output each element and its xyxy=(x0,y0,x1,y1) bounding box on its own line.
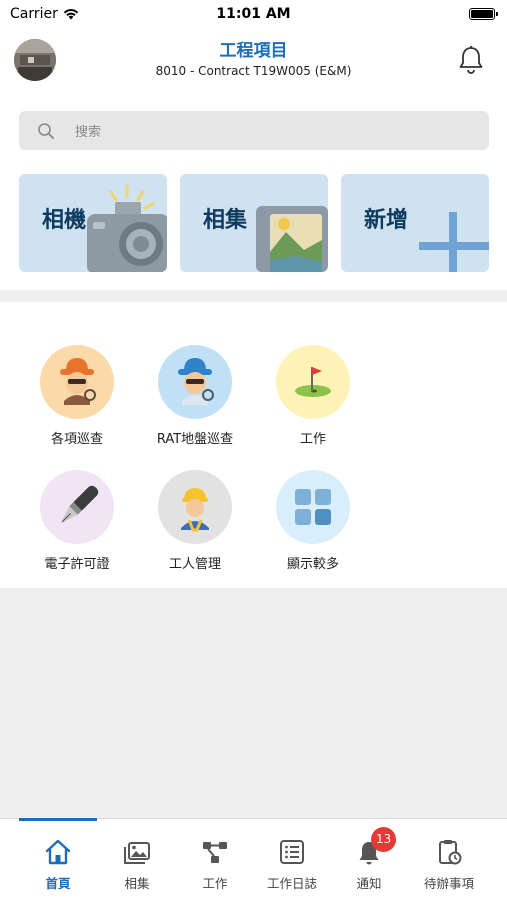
add-card-label: 新增 xyxy=(364,208,409,233)
add-card[interactable]: 新增 xyxy=(341,174,489,272)
tab-label: 通知 xyxy=(356,876,382,891)
tab-notifications[interactable]: 13 通知 xyxy=(330,819,408,900)
camera-icon xyxy=(87,184,167,272)
function-work[interactable]: 工作 xyxy=(258,345,368,447)
tab-label: 工作 xyxy=(202,876,228,891)
app-header: 工程項目 8010 - Contract T19W005 (E&M) xyxy=(0,30,507,100)
function-label: 工人管理 xyxy=(168,557,221,572)
tab-work-log[interactable]: 工作日誌 xyxy=(253,819,331,900)
search-icon xyxy=(38,122,54,139)
function-show-more[interactable]: 顯示較多 xyxy=(258,470,368,572)
tab-todo[interactable]: 待辦事項 xyxy=(410,819,488,900)
tab-work[interactable]: 工作 xyxy=(176,819,254,900)
photo-album-icon xyxy=(256,206,328,272)
function-e-permit[interactable]: 電子許可證 xyxy=(22,470,132,572)
status-bar: Carrier 11:01 AM xyxy=(0,0,507,30)
camera-card-label: 相機 xyxy=(42,208,87,233)
notification-bell-icon: 13 xyxy=(354,827,397,867)
tab-label: 待辦事項 xyxy=(423,876,474,891)
todo-clipboard-icon xyxy=(434,837,464,867)
function-inspections[interactable]: 各項巡查 xyxy=(22,345,132,447)
grid-icon xyxy=(276,470,350,544)
construction-worker-icon xyxy=(158,470,232,544)
function-grid: 各項巡查 RAT地盤巡查 工作 電子許可證 工人管理 顯示較多 xyxy=(0,302,507,588)
avatar[interactable] xyxy=(14,39,56,81)
detective-blue-icon xyxy=(158,345,232,419)
function-label: 各項巡查 xyxy=(50,432,103,447)
album-card-label: 相集 xyxy=(203,208,248,233)
search-placeholder: 搜索 xyxy=(75,125,102,140)
notification-badge: 13 xyxy=(371,827,397,852)
workflow-icon xyxy=(200,837,230,867)
bottom-tab-bar: 首頁 相集 工作 工作日誌 13 通知 待辦事項 xyxy=(0,818,507,900)
search-input[interactable]: 搜索 xyxy=(19,111,489,150)
tab-gallery[interactable]: 相集 xyxy=(98,819,176,900)
golf-flag-icon xyxy=(276,345,350,419)
function-rat-inspection[interactable]: RAT地盤巡查 xyxy=(140,345,250,447)
title-block: 工程項目 8010 - Contract T19W005 (E&M) xyxy=(90,40,417,78)
log-list-icon xyxy=(277,837,307,867)
detective-icon xyxy=(40,345,114,419)
function-label: 顯示較多 xyxy=(286,557,339,572)
tab-home[interactable]: 首頁 xyxy=(19,819,97,900)
fountain-pen-icon xyxy=(40,470,114,544)
quick-actions-section: 搜索 相機 相集 新增 xyxy=(0,100,507,290)
battery-icon xyxy=(469,8,498,20)
tab-label: 工作日誌 xyxy=(266,876,317,891)
function-worker-management[interactable]: 工人管理 xyxy=(140,470,250,572)
tab-label: 首頁 xyxy=(45,876,71,891)
gallery-icon xyxy=(122,837,152,867)
camera-card[interactable]: 相機 xyxy=(19,174,167,272)
page-title: 工程項目 xyxy=(219,41,288,61)
bell-icon[interactable] xyxy=(457,45,485,75)
home-icon xyxy=(43,837,73,867)
function-label: RAT地盤巡查 xyxy=(156,432,234,447)
album-card[interactable]: 相集 xyxy=(180,174,328,272)
section-divider xyxy=(0,290,507,302)
tab-label: 相集 xyxy=(124,876,150,891)
plus-icon xyxy=(419,212,489,272)
function-label: 電子許可證 xyxy=(44,557,110,572)
project-subtitle: 8010 - Contract T19W005 (E&M) xyxy=(155,64,352,78)
function-label: 工作 xyxy=(299,432,326,447)
clock: 11:01 AM xyxy=(216,6,291,22)
